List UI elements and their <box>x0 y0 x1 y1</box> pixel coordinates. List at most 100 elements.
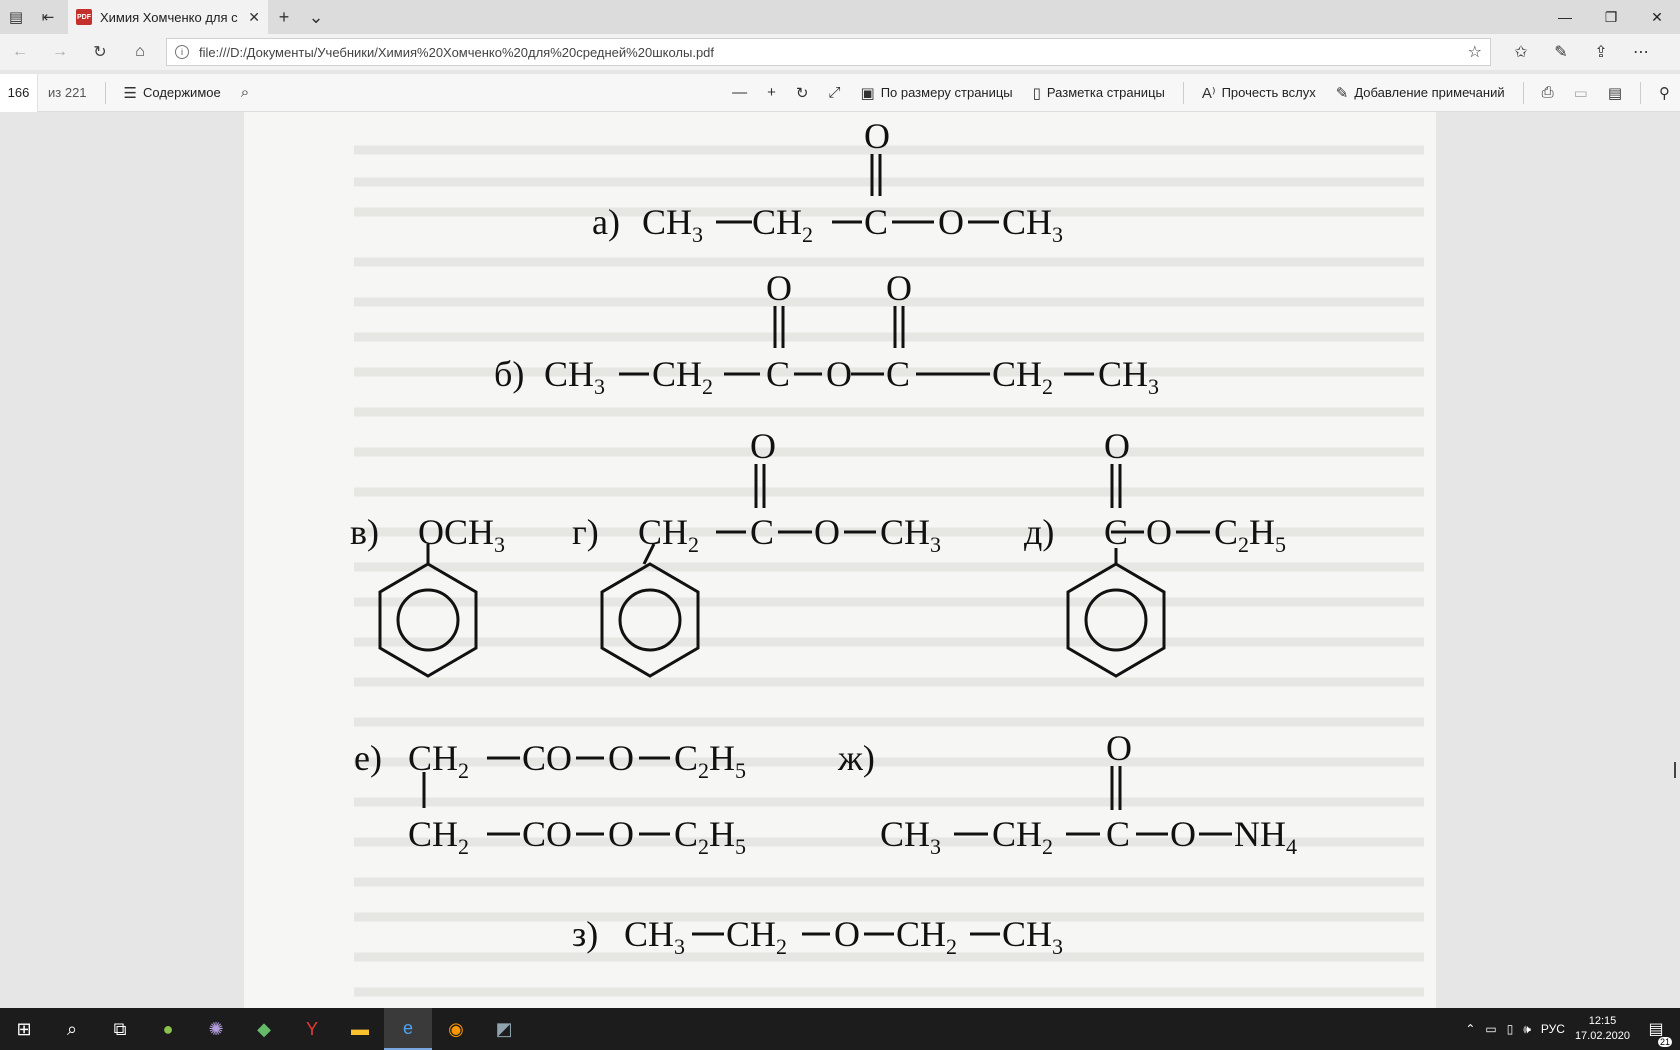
contents-button[interactable]: ☰ Содержимое <box>114 84 231 102</box>
svg-text:CH2: CH2 <box>638 512 699 557</box>
document-viewer[interactable]: а) CH3 CH2 C O CH3 O б) CH3 CH2 C O C CH… <box>0 112 1680 1008</box>
read-aloud-icon: A⁾ <box>1201 84 1216 102</box>
pen-icon: ✎ <box>1335 84 1349 102</box>
page-total: из 221 <box>48 85 87 100</box>
svg-text:O: O <box>826 354 852 394</box>
svg-text:O: O <box>814 512 840 552</box>
save-button[interactable]: ▭ <box>1564 84 1598 102</box>
close-tab-icon[interactable]: ✕ <box>248 9 260 26</box>
file-explorer-icon[interactable]: ▬ <box>336 1008 384 1050</box>
svg-text:O: O <box>864 116 890 156</box>
more-icon[interactable]: ⋯ <box>1621 42 1661 62</box>
restore-icon[interactable]: ❐ <box>1588 0 1634 34</box>
zoom-in-button[interactable]: + <box>757 84 786 101</box>
new-tab-icon[interactable]: + <box>268 0 300 34</box>
pin-toolbar-button[interactable]: ⚲ <box>1649 84 1680 102</box>
notification-center-icon[interactable]: ▤ 21 <box>1640 1019 1672 1047</box>
pdf-toolbar: 166 из 221 ☰ Содержимое ⌕ — + ↻ ⤢ ▣ По р… <box>0 73 1680 112</box>
divider <box>1522 81 1524 104</box>
battery-icon[interactable]: ▯ <box>1507 1022 1514 1036</box>
favorite-star-icon[interactable]: ☆ <box>1468 42 1482 62</box>
svg-text:C2H5: C2H5 <box>674 738 746 783</box>
svg-text:O: O <box>1104 426 1130 466</box>
svg-text:з): з) <box>572 914 598 954</box>
task-view-icon[interactable]: ⧉ <box>96 1008 144 1050</box>
tab-title: Химия Хомченко для с <box>100 9 238 25</box>
volume-icon[interactable]: 🕪 <box>1523 1022 1531 1037</box>
add-notes-button[interactable]: ✎ Добавление примечаний <box>1326 84 1515 102</box>
read-aloud-button[interactable]: A⁾ Прочесть вслух <box>1192 84 1326 102</box>
svg-text:CH3: CH3 <box>880 512 941 557</box>
svg-text:C: C <box>1106 814 1130 854</box>
set-aside-tabs-icon[interactable]: ⇤ <box>32 0 64 34</box>
pdf-icon: PDF <box>76 9 92 25</box>
page-layout-button[interactable]: ▯ Разметка страницы <box>1023 84 1175 102</box>
system-tray: ⌃ ▭ ▯ 🕪 РУС 12:15 17.02.2020 ▤ 21 <box>1465 1014 1680 1047</box>
info-icon[interactable]: i <box>175 45 189 59</box>
chemical-formulas: а) CH3 CH2 C O CH3 O б) CH3 CH2 C O C CH… <box>350 116 1424 997</box>
clock[interactable]: 12:15 17.02.2020 <box>1575 1014 1630 1044</box>
favorites-icon[interactable]: ✩ <box>1501 42 1541 62</box>
page-number-input[interactable]: 166 <box>0 73 38 112</box>
save-as-button[interactable]: ▤ <box>1598 84 1632 102</box>
address-bar[interactable]: i file:///D:/Документы/Учебники/Химия%20… <box>166 38 1491 66</box>
page-layout-icon: ▯ <box>1032 84 1041 102</box>
chevron-up-icon[interactable]: ⌃ <box>1465 1022 1475 1036</box>
svg-text:CH2: CH2 <box>652 354 713 399</box>
svg-text:O: O <box>1146 512 1172 552</box>
pdf-page: а) CH3 CH2 C O CH3 O б) CH3 CH2 C O C CH… <box>244 112 1436 1008</box>
fit-page-button[interactable]: ▣ По размеру страницы <box>851 84 1023 102</box>
home-icon[interactable]: ⌂ <box>120 34 160 70</box>
search-button[interactable]: ⌕ <box>231 84 259 101</box>
print-button[interactable]: ⎙ <box>1532 84 1564 101</box>
browser-tools: ✩ ✎ ⇪ ⋯ <box>1501 42 1661 62</box>
pen-icon[interactable]: ✎ <box>1541 42 1581 62</box>
list-icon: ☰ <box>123 84 137 102</box>
rotate-button[interactable]: ↻ <box>786 84 819 102</box>
close-window-icon[interactable]: ✕ <box>1634 0 1680 34</box>
svg-text:O: O <box>608 814 634 854</box>
svg-text:C: C <box>1104 512 1128 552</box>
back-icon[interactable]: ← <box>0 34 40 70</box>
tab-active[interactable]: PDF Химия Хомченко для с ✕ <box>68 0 268 34</box>
scrollbar-indicator[interactable] <box>1674 762 1676 778</box>
svg-text:CH3: CH3 <box>544 354 605 399</box>
refresh-icon[interactable]: ↻ <box>80 34 120 70</box>
app-icon-3[interactable]: ◆ <box>240 1008 288 1050</box>
svg-text:C: C <box>864 202 888 242</box>
tab-actions-icon[interactable]: ▤ <box>0 0 32 34</box>
divider <box>104 81 106 104</box>
svg-text:в): в) <box>350 512 379 552</box>
windows-start-icon[interactable]: ⊞ <box>0 1008 48 1050</box>
edge-browser-icon[interactable]: e <box>384 1008 432 1050</box>
svg-text:C2H5: C2H5 <box>674 814 746 859</box>
svg-text:а): а) <box>592 202 620 242</box>
app-icon-4[interactable]: ◩ <box>480 1008 528 1050</box>
minimize-icon[interactable]: — <box>1542 0 1588 34</box>
taskbar: ⊞ ⌕ ⧉ ● ✺ ◆ Y ▬ e ◉ ◩ ⌃ ▭ ▯ 🕪 РУС 12:15 … <box>0 1008 1680 1050</box>
language-indicator[interactable]: РУС <box>1541 1022 1565 1036</box>
yandex-browser-icon[interactable]: Y <box>288 1008 336 1050</box>
save-as-icon: ▤ <box>1607 84 1622 102</box>
benzene-rings <box>378 562 1166 678</box>
url-text[interactable]: file:///D:/Документы/Учебники/Химия%20Хо… <box>199 45 1458 60</box>
divider <box>1182 81 1184 104</box>
app-icon-2[interactable]: ✺ <box>192 1008 240 1050</box>
contents-label: Содержимое <box>142 85 221 100</box>
save-icon: ▭ <box>1573 84 1588 102</box>
zoom-out-button[interactable]: — <box>722 84 757 101</box>
search-icon[interactable]: ⌕ <box>48 1008 96 1050</box>
navigation-bar: ← → ↻ ⌂ i file:///D:/Документы/Учебники/… <box>0 34 1680 70</box>
chevron-down-icon[interactable]: ⌄ <box>300 0 332 34</box>
blender-icon[interactable]: ◉ <box>432 1008 480 1050</box>
forward-icon[interactable]: → <box>40 34 80 70</box>
svg-text:CO: CO <box>522 738 572 778</box>
svg-text:C2H5: C2H5 <box>1214 512 1286 557</box>
fit-page-label: По размеру страницы <box>880 85 1013 100</box>
fit-page-icon: ▣ <box>860 84 875 102</box>
search-icon: ⌕ <box>240 84 250 101</box>
app-icon-1[interactable]: ● <box>144 1008 192 1050</box>
share-icon[interactable]: ⇪ <box>1581 42 1621 62</box>
network-icon[interactable]: ▭ <box>1485 1022 1496 1036</box>
fullscreen-button[interactable]: ⤢ <box>818 84 850 101</box>
